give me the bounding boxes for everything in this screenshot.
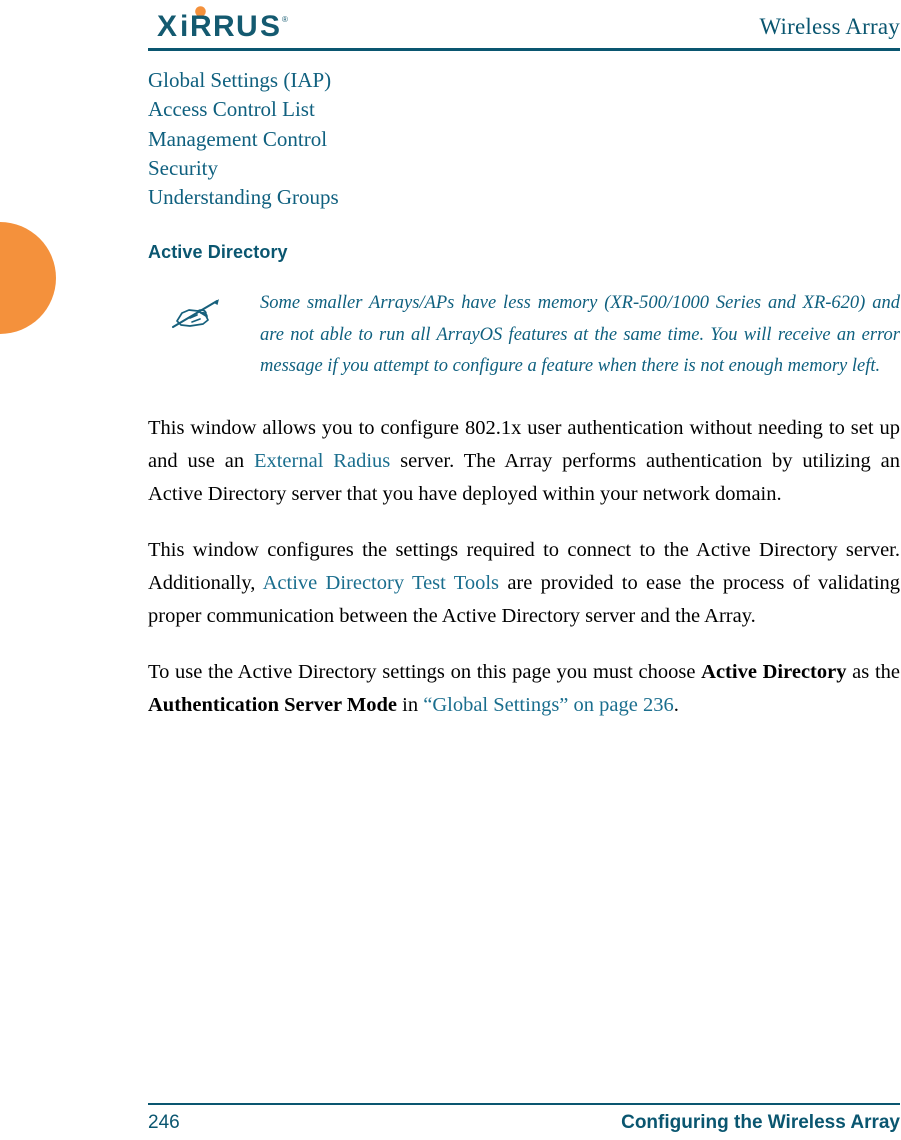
note-text: Some smaller Arrays/APs have less memory… <box>260 293 900 376</box>
nav-link-global-settings-iap[interactable]: Global Settings (IAP) <box>148 66 900 95</box>
svg-text:X: X <box>157 10 177 42</box>
svg-text:i: i <box>180 10 188 42</box>
xref-global-settings-page-236[interactable]: “Global Settings” on page 236 <box>423 694 674 716</box>
nav-link-management-control[interactable]: Management Control <box>148 125 900 154</box>
nav-link-security[interactable]: Security <box>148 154 900 183</box>
svg-text:R: R <box>213 10 235 42</box>
xref-external-radius[interactable]: External Radius <box>254 450 390 472</box>
header-divider-rule <box>148 48 900 51</box>
paragraph-2: This window configures the settings requ… <box>148 534 900 633</box>
writing-hand-note-icon <box>170 294 224 332</box>
svg-text:®: ® <box>282 15 288 24</box>
xirrus-logo: X i R R U S ® <box>157 6 317 42</box>
body-content: This window allows you to configure 802.… <box>148 412 900 722</box>
section-link-list: Global Settings (IAP) Access Control Lis… <box>148 66 900 212</box>
section-heading-active-directory: Active Directory <box>148 242 288 262</box>
svg-text:R: R <box>190 10 212 42</box>
nav-link-understanding-groups[interactable]: Understanding Groups <box>148 183 900 212</box>
footer-divider-rule <box>148 1103 900 1105</box>
page-footer: 246 Configuring the Wireless Array <box>148 1112 900 1140</box>
page-thumb-tab-marker <box>0 222 56 334</box>
paragraph-3: To use the Active Directory settings on … <box>148 656 900 722</box>
paragraph-3-text-2: as the <box>846 661 900 683</box>
document-page: X i R R U S ® Wireless Array Global Sett… <box>0 0 901 1137</box>
paragraph-3-bold-authentication-server-mode: Authentication Server Mode <box>148 694 398 716</box>
svg-text:U: U <box>236 10 257 42</box>
paragraph-3-text-3: in <box>397 694 424 716</box>
paragraph-3-text-4: . <box>673 694 679 716</box>
paragraph-3-text-1: To use the Active Directory settings on … <box>148 661 702 683</box>
footer-page-number: 246 <box>148 1112 180 1133</box>
paragraph-3-bold-active-directory: Active Directory <box>701 661 847 683</box>
xref-active-directory-test-tools[interactable]: Active Directory Test Tools <box>263 572 499 594</box>
nav-link-access-control-list[interactable]: Access Control List <box>148 95 900 124</box>
paragraph-1: This window allows you to configure 802.… <box>148 412 900 511</box>
header-title: Wireless Array <box>759 14 900 39</box>
svg-text:S: S <box>260 10 280 42</box>
footer-chapter-label: Configuring the Wireless Array <box>621 1112 900 1133</box>
page-header: X i R R U S ® Wireless Array <box>148 0 900 52</box>
